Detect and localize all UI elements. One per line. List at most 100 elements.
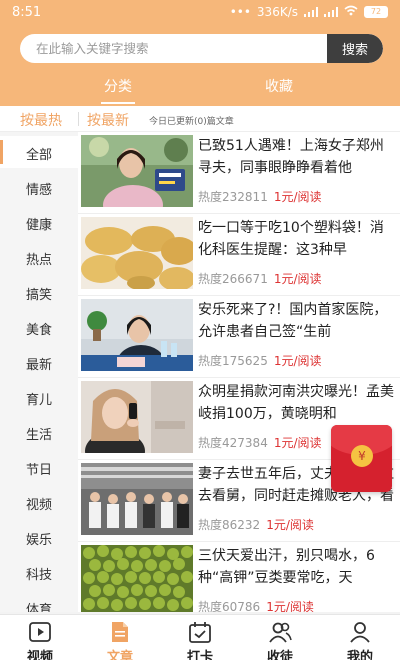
article-meta: 热度427384 1元/阅读: [198, 434, 322, 451]
category-label: 情感: [26, 183, 53, 198]
article-meta: 热度86232 1元/阅读: [198, 516, 314, 533]
category-health[interactable]: 健康: [0, 206, 78, 238]
update-note: 今日已更新(0)篇文章: [149, 117, 234, 127]
heat-value: 232811: [222, 190, 268, 204]
category-food[interactable]: 美食: [0, 311, 78, 343]
signal-icon-2: [324, 7, 338, 17]
category-latest[interactable]: 最新: [0, 346, 78, 378]
nav-mine[interactable]: 我的: [320, 615, 400, 660]
article-meta: 热度175625 1元/阅读: [198, 352, 322, 369]
category-label: 热点: [26, 253, 53, 268]
category-label: 节日: [26, 463, 53, 478]
category-label: 生活: [26, 428, 53, 443]
search-input[interactable]: [20, 34, 327, 63]
article-list: 已致51人遇难！上海女子郑州寻夫，同事眼睁睁看着他 热度232811 1元/阅读 …: [78, 132, 400, 612]
video-icon: [28, 621, 52, 643]
article-thumbnail: [81, 299, 193, 371]
category-label: 科技: [26, 568, 53, 583]
tab-favorites[interactable]: 收藏: [265, 76, 293, 96]
more-dots-icon: •••: [229, 5, 251, 19]
heat-label: 热度: [198, 600, 223, 612]
article-thumbnail: [81, 545, 193, 612]
category-label: 娱乐: [26, 533, 53, 548]
category-tech[interactable]: 科技: [0, 556, 78, 588]
article-title: 安乐死来了?！国内首家医院，允许患者自己签“生前: [198, 302, 388, 340]
top-tabs: 分类 收藏: [0, 74, 400, 104]
red-packet-button[interactable]: ¥: [331, 425, 392, 492]
article-thumbnail: [81, 217, 193, 289]
heat-label: 热度: [198, 518, 223, 532]
heat-value: 266671: [222, 272, 268, 286]
nav-label: 收徒: [266, 650, 293, 660]
article-item[interactable]: 吃一口等于吃10个塑料袋！消化科医生提醒：这3种早 热度266671 1元/阅读: [78, 214, 400, 296]
app-header: 8:51 ••• 336K/s 72 搜索 分类 收藏: [0, 0, 400, 106]
sort-by-new[interactable]: 按最新: [87, 110, 129, 130]
battery-icon: 72: [364, 6, 388, 18]
category-label: 体育: [26, 603, 53, 612]
category-sports[interactable]: 体育: [0, 591, 78, 612]
category-emotion[interactable]: 情感: [0, 171, 78, 203]
heat-value: 175625: [222, 354, 268, 368]
article-thumbnail: [81, 381, 193, 453]
status-bar: 8:51 ••• 336K/s 72: [0, 0, 400, 26]
article-icon: [108, 621, 132, 643]
category-funny[interactable]: 搞笑: [0, 276, 78, 308]
nav-label: 打卡: [186, 650, 213, 660]
heat-label: 热度: [198, 272, 223, 286]
category-label: 育儿: [26, 393, 53, 408]
category-sidebar: 全部 情感 健康 热点 搞笑 美食 最新 育儿 生活 节日 视频 娱乐 科技 体…: [0, 132, 78, 612]
signal-icon: [304, 7, 318, 17]
nav-label: 我的: [346, 650, 373, 660]
category-label: 全部: [26, 148, 53, 163]
users-icon: [268, 621, 292, 643]
category-life[interactable]: 生活: [0, 416, 78, 448]
article-meta: 热度60786 1元/阅读: [198, 598, 314, 612]
calendar-check-icon: [188, 621, 212, 643]
category-video[interactable]: 视频: [0, 486, 78, 518]
category-festival[interactable]: 节日: [0, 451, 78, 483]
status-indicators: ••• 336K/s 72: [230, 5, 388, 19]
category-all[interactable]: 全部: [0, 136, 78, 168]
sort-bar: 按最热 按最新 今日已更新(0)篇文章: [0, 106, 400, 132]
category-label: 最新: [26, 358, 53, 373]
status-time: 8:51: [12, 5, 42, 20]
wifi-icon: [344, 5, 358, 19]
search-button[interactable]: 搜索: [327, 34, 383, 63]
category-parenting[interactable]: 育儿: [0, 381, 78, 413]
article-item[interactable]: 已致51人遇难！上海女子郑州寻夫，同事眼睁睁看着他 热度232811 1元/阅读: [78, 132, 400, 214]
pay-rate: 1元/阅读: [273, 436, 322, 450]
category-label: 搞笑: [26, 288, 53, 303]
heat-value: 427384: [222, 436, 268, 450]
nav-article[interactable]: 文章: [80, 615, 160, 660]
category-label: 美食: [26, 323, 53, 338]
nav-apprentice[interactable]: 收徒: [240, 615, 320, 660]
article-item[interactable]: 安乐死来了?！国内首家医院，允许患者自己签“生前 热度175625 1元/阅读: [78, 296, 400, 378]
pay-rate: 1元/阅读: [273, 190, 322, 204]
article-meta: 热度232811 1元/阅读: [198, 188, 322, 205]
nav-label: 视频: [26, 650, 53, 660]
heat-label: 热度: [198, 354, 223, 368]
category-hot-topics[interactable]: 热点: [0, 241, 78, 273]
tab-category[interactable]: 分类: [101, 76, 135, 104]
article-title: 众明星捐款河南洪灾曝光！孟美岐捐100万，黄晓明和: [198, 384, 394, 422]
sort-by-hot[interactable]: 按最热: [20, 110, 62, 130]
pay-rate: 1元/阅读: [273, 354, 322, 368]
heat-label: 热度: [198, 436, 223, 450]
heat-value: 60786: [222, 600, 261, 612]
nav-checkin[interactable]: 打卡: [160, 615, 240, 660]
category-entertainment[interactable]: 娱乐: [0, 521, 78, 553]
article-thumbnail: [81, 463, 193, 535]
sort-divider: [78, 112, 79, 126]
article-title: 吃一口等于吃10个塑料袋！消化科医生提醒：这3种早: [198, 220, 384, 258]
article-item[interactable]: 三伏天爱出汗，别只喝水，6种“高钾”豆类要常吃，天 热度60786 1元/阅读: [78, 542, 400, 612]
pay-rate: 1元/阅读: [266, 600, 314, 612]
pay-rate: 1元/阅读: [266, 518, 314, 532]
category-label: 健康: [26, 218, 53, 233]
article-title: 三伏天爱出汗，别只喝水，6种“高钾”豆类要常吃，天: [198, 548, 375, 586]
search-bar: 搜索: [20, 34, 383, 63]
nav-video[interactable]: 视频: [0, 615, 80, 660]
article-meta: 热度266671 1元/阅读: [198, 270, 322, 287]
user-icon: [348, 621, 372, 643]
article-thumbnail: [81, 135, 193, 207]
nav-label: 文章: [106, 650, 133, 660]
